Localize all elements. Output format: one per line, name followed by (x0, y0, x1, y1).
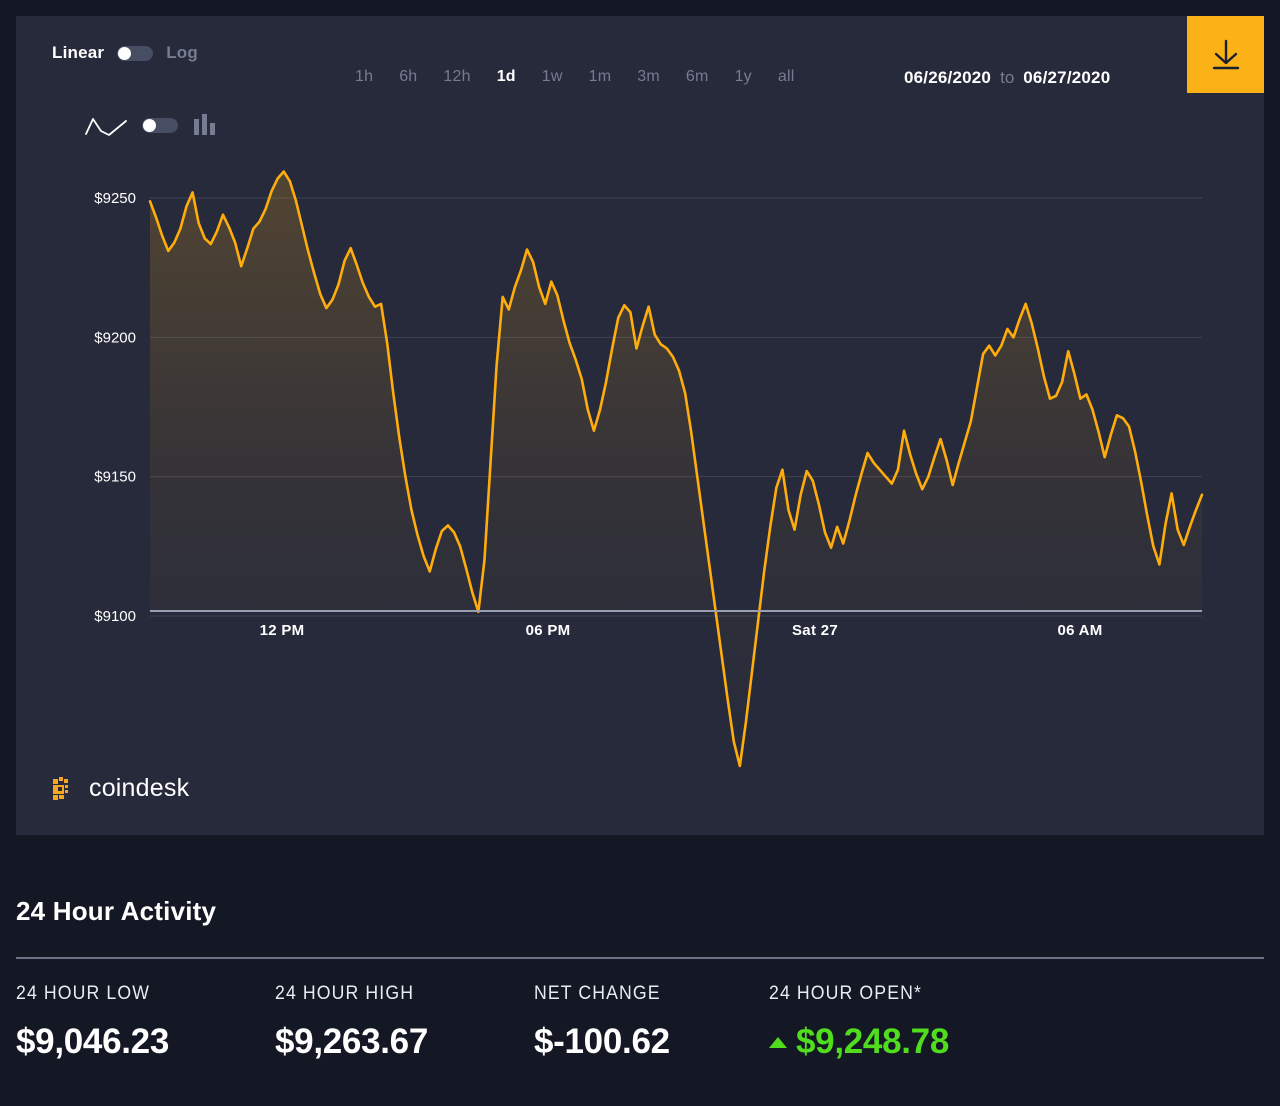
scale-toggle-switch[interactable] (117, 45, 154, 61)
range-1d[interactable]: 1d (484, 68, 529, 86)
svg-text:$9150: $9150 (94, 469, 136, 486)
time-range-selector[interactable]: 1h 6h 12h 1d 1w 1m 3m 6m 1y all (342, 68, 807, 86)
date-to-field[interactable]: 06/27/2020 (1023, 68, 1110, 88)
activity-section: 24 Hour Activity 24 HOUR LOW $9,046.23 2… (0, 835, 1280, 1106)
coindesk-watermark: coindesk (52, 774, 189, 803)
scale-toggle-group[interactable]: Linear Log (52, 43, 198, 63)
svg-text:$9100: $9100 (94, 608, 136, 625)
activity-stats: 24 HOUR LOW $9,046.23 24 HOUR HIGH $9,26… (16, 983, 1028, 1062)
stat-value-text: $9,248.78 (796, 1022, 950, 1061)
chart-y-axis-labels: $9100 $9150 $9200 $9250 (94, 190, 136, 625)
chart-plot-area[interactable]: $9100 $9150 $9200 $9250 12 PM 06 PM Sat 27 06 … (16, 136, 1264, 776)
stat-value-text: $-100.62 (534, 1022, 670, 1061)
svg-text:$9250: $9250 (94, 190, 136, 207)
scale-log-label[interactable]: Log (166, 43, 198, 63)
up-triangle-icon (769, 1036, 787, 1048)
stat-value: $9,248.78 (769, 1022, 1028, 1062)
stat-net-change: NET CHANGE $-100.62 (534, 983, 769, 1062)
chart-area-fill (150, 171, 1202, 766)
date-to-label: to (1000, 68, 1015, 87)
stat-24-hour-low: 24 HOUR LOW $9,046.23 (16, 983, 275, 1062)
date-from-field[interactable]: 06/26/2020 (904, 68, 991, 88)
range-12h[interactable]: 12h (430, 68, 483, 86)
chart-type-toggle-knob (143, 118, 156, 132)
svg-text:06 PM: 06 PM (526, 622, 571, 639)
chart-x-axis-labels: 12 PM 06 PM Sat 27 06 AM (260, 622, 1103, 639)
stat-24-hour-high: 24 HOUR HIGH $9,263.67 (275, 983, 534, 1062)
stat-label: 24 HOUR OPEN* (769, 983, 922, 1004)
stat-value: $9,263.67 (275, 1022, 534, 1062)
stat-value-text: $9,046.23 (16, 1022, 170, 1061)
range-1h[interactable]: 1h (342, 68, 386, 86)
stat-label: 24 HOUR LOW (16, 983, 151, 1004)
bar-chart-icon[interactable] (192, 112, 218, 138)
stat-label: 24 HOUR HIGH (275, 983, 415, 1004)
scale-linear-label[interactable]: Linear (52, 43, 104, 63)
section-divider (16, 957, 1264, 959)
chart-toolbar: Linear Log 1h 6h 12h 1d 1w 1m 3m 6m 1y a… (16, 16, 1264, 136)
download-icon (1212, 39, 1239, 69)
coindesk-logo-icon (53, 776, 68, 800)
line-chart-icon[interactable] (84, 113, 128, 137)
stat-value: $9,046.23 (16, 1022, 275, 1062)
activity-title: 24 Hour Activity (16, 896, 217, 926)
price-chart-svg[interactable]: $9100 $9150 $9200 $9250 12 PM 06 PM Sat 27 06 … (16, 136, 1264, 776)
svg-text:06 AM: 06 AM (1057, 622, 1102, 639)
date-range-display[interactable]: 06/26/2020 to 06/27/2020 (904, 68, 1110, 88)
chart-type-toggle-switch[interactable] (142, 117, 178, 133)
stat-value-text: $9,263.67 (275, 1022, 429, 1061)
range-1y[interactable]: 1y (722, 68, 765, 86)
range-all[interactable]: all (765, 68, 808, 86)
range-1w[interactable]: 1w (529, 68, 576, 86)
stat-24-hour-open: 24 HOUR OPEN* $9,248.78 (769, 983, 1028, 1062)
scale-toggle-knob (118, 46, 132, 60)
price-chart-page: Linear Log 1h 6h 12h 1d 1w 1m 3m 6m 1y a… (0, 0, 1280, 1106)
range-1m[interactable]: 1m (576, 68, 625, 86)
svg-text:Sat 27: Sat 27 (792, 622, 838, 639)
range-6h[interactable]: 6h (386, 68, 430, 86)
svg-text:12 PM: 12 PM (260, 622, 305, 639)
range-3m[interactable]: 3m (624, 68, 673, 86)
coindesk-wordmark: coindesk (89, 774, 190, 802)
stat-label: NET CHANGE (534, 983, 661, 1004)
stat-value: $-100.62 (534, 1022, 769, 1062)
svg-text:$9200: $9200 (94, 329, 136, 346)
chart-panel: Linear Log 1h 6h 12h 1d 1w 1m 3m 6m 1y a… (16, 16, 1264, 835)
chart-type-toggle-group[interactable] (84, 112, 218, 138)
download-button[interactable] (1187, 16, 1264, 93)
range-6m[interactable]: 6m (673, 68, 722, 86)
